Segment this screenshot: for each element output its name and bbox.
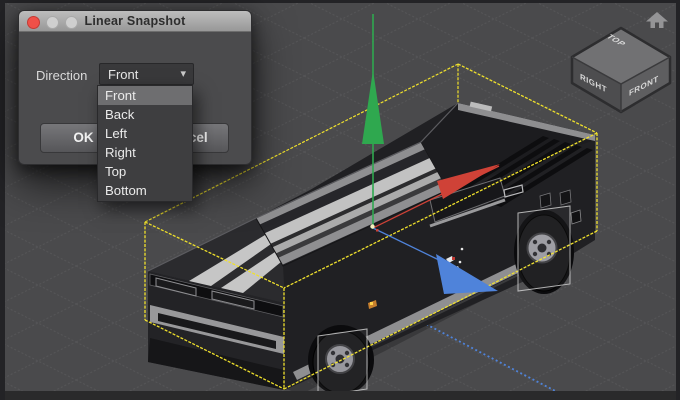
bottom-bar bbox=[5, 391, 676, 400]
direction-label: Direction bbox=[36, 68, 87, 83]
direction-dropdown-list[interactable]: Front Back Left Right Top Bottom bbox=[97, 85, 193, 202]
option-right[interactable]: Right bbox=[98, 143, 192, 162]
dialog-titlebar[interactable]: Linear Snapshot bbox=[19, 11, 251, 32]
option-back[interactable]: Back bbox=[98, 105, 192, 124]
option-left[interactable]: Left bbox=[98, 124, 192, 143]
direction-dropdown[interactable]: Front ▾ bbox=[99, 63, 194, 85]
dropdown-caret-icon: ▾ bbox=[180, 67, 186, 80]
gizmo-origin bbox=[370, 224, 374, 228]
wheel-selection-box-rear bbox=[518, 206, 570, 291]
option-front[interactable]: Front bbox=[98, 86, 192, 105]
option-top[interactable]: Top bbox=[98, 162, 192, 181]
dialog-title: Linear Snapshot bbox=[19, 14, 251, 28]
wheel-selection-box-front bbox=[318, 329, 367, 396]
option-bottom[interactable]: Bottom bbox=[98, 181, 192, 200]
dropdown-value: Front bbox=[108, 67, 138, 82]
app-window: TOP RIGHT FRONT Linear Snapshot Directio… bbox=[0, 0, 680, 400]
